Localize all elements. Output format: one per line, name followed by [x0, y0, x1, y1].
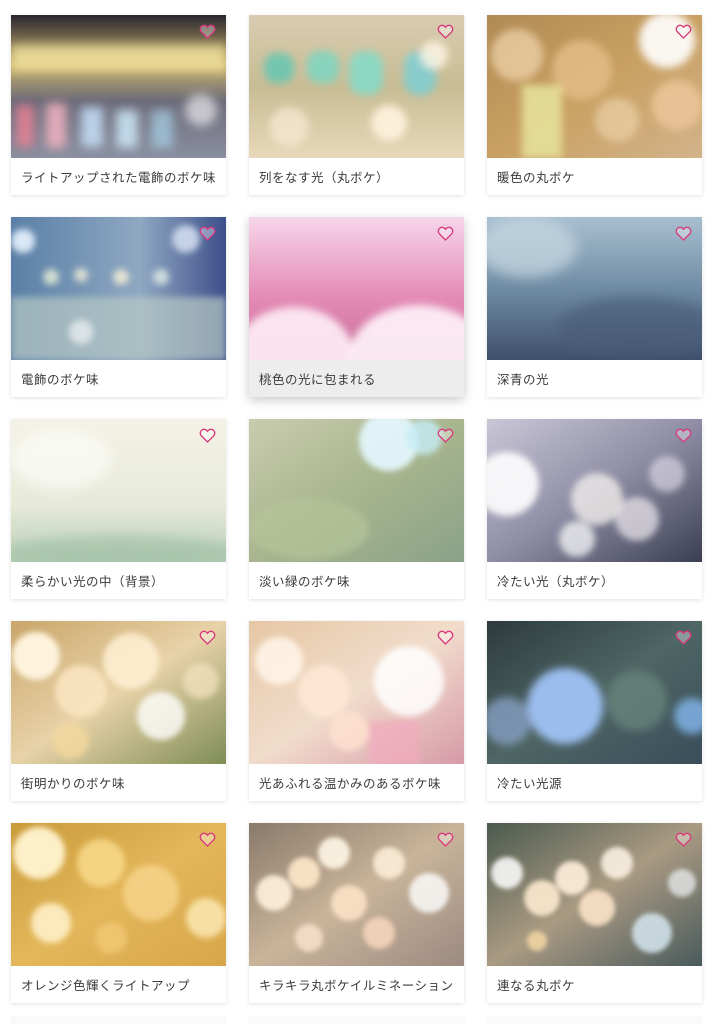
photo-card[interactable]: 桃色の光に包まれる — [249, 217, 464, 397]
photo-caption[interactable]: 深青の光 — [487, 360, 702, 397]
heart-outline-icon[interactable] — [437, 226, 454, 241]
photo-card[interactable]: 冷たい光（丸ボケ） — [487, 419, 702, 599]
photo-card[interactable]: 冷たい光源 — [487, 621, 702, 801]
photo-card-partial — [487, 1018, 702, 1024]
photo-thumbnail[interactable] — [487, 15, 702, 158]
photo-thumbnail[interactable] — [487, 621, 702, 764]
photo-thumbnail[interactable] — [249, 217, 464, 360]
heart-outline-icon[interactable] — [675, 832, 692, 847]
photo-card[interactable]: オレンジ色輝くライトアップ — [11, 823, 226, 1003]
heart-outline-icon[interactable] — [199, 226, 216, 241]
photo-thumbnail[interactable] — [487, 419, 702, 562]
photo-card-partial — [249, 1018, 464, 1024]
photo-thumbnail[interactable] — [487, 823, 702, 966]
photo-card[interactable]: 淡い緑のボケ味 — [249, 419, 464, 599]
heart-outline-icon[interactable] — [437, 630, 454, 645]
photo-card[interactable]: 列をなす光（丸ボケ） — [249, 15, 464, 195]
photo-thumbnail[interactable] — [11, 621, 226, 764]
heart-outline-icon[interactable] — [675, 24, 692, 39]
heart-outline-icon[interactable] — [199, 24, 216, 39]
photo-caption[interactable]: 街明かりのボケ味 — [11, 764, 226, 801]
heart-outline-icon[interactable] — [437, 832, 454, 847]
heart-outline-icon[interactable] — [437, 24, 454, 39]
photo-caption[interactable]: 連なる丸ボケ — [487, 966, 702, 1003]
photo-caption[interactable]: 淡い緑のボケ味 — [249, 562, 464, 599]
photo-caption[interactable]: 冷たい光（丸ボケ） — [487, 562, 702, 599]
photo-thumbnail[interactable] — [11, 823, 226, 966]
photo-card[interactable]: 電飾のボケ味 — [11, 217, 226, 397]
photo-grid: ライトアップされた電飾のボケ味 列をなす光（丸ボケ） 暖色の丸ボケ 電飾のボケ味… — [0, 0, 713, 1024]
heart-outline-icon[interactable] — [199, 832, 216, 847]
photo-thumbnail[interactable] — [249, 419, 464, 562]
photo-caption[interactable]: 柔らかい光の中（背景） — [11, 562, 226, 599]
photo-caption[interactable]: 暖色の丸ボケ — [487, 158, 702, 195]
heart-outline-icon[interactable] — [675, 428, 692, 443]
photo-card[interactable]: 光あふれる温かみのあるボケ味 — [249, 621, 464, 801]
photo-card[interactable]: 柔らかい光の中（背景） — [11, 419, 226, 599]
photo-caption[interactable]: 冷たい光源 — [487, 764, 702, 801]
photo-caption[interactable]: 光あふれる温かみのあるボケ味 — [249, 764, 464, 801]
photo-thumbnail[interactable] — [11, 15, 226, 158]
heart-outline-icon[interactable] — [675, 630, 692, 645]
photo-caption[interactable]: オレンジ色輝くライトアップ — [11, 966, 226, 1003]
photo-card[interactable]: キラキラ丸ボケイルミネーション — [249, 823, 464, 1003]
photo-thumbnail[interactable] — [249, 823, 464, 966]
photo-caption[interactable]: ライトアップされた電飾のボケ味 — [11, 158, 226, 195]
photo-thumbnail[interactable] — [249, 15, 464, 158]
photo-card[interactable]: 街明かりのボケ味 — [11, 621, 226, 801]
photo-caption[interactable]: 電飾のボケ味 — [11, 360, 226, 397]
photo-caption[interactable]: 列をなす光（丸ボケ） — [249, 158, 464, 195]
photo-card[interactable]: 深青の光 — [487, 217, 702, 397]
heart-outline-icon[interactable] — [199, 428, 216, 443]
photo-card[interactable]: 暖色の丸ボケ — [487, 15, 702, 195]
photo-caption[interactable]: キラキラ丸ボケイルミネーション — [249, 966, 464, 1003]
heart-outline-icon[interactable] — [199, 630, 216, 645]
photo-thumbnail[interactable] — [487, 217, 702, 360]
photo-caption[interactable]: 桃色の光に包まれる — [249, 360, 464, 397]
photo-thumbnail[interactable] — [249, 621, 464, 764]
photo-card[interactable]: ライトアップされた電飾のボケ味 — [11, 15, 226, 195]
photo-card[interactable]: 連なる丸ボケ — [487, 823, 702, 1003]
photo-card-partial — [11, 1018, 226, 1024]
photo-thumbnail[interactable] — [11, 217, 226, 360]
photo-thumbnail[interactable] — [11, 419, 226, 562]
heart-outline-icon[interactable] — [437, 428, 454, 443]
heart-outline-icon[interactable] — [675, 226, 692, 241]
